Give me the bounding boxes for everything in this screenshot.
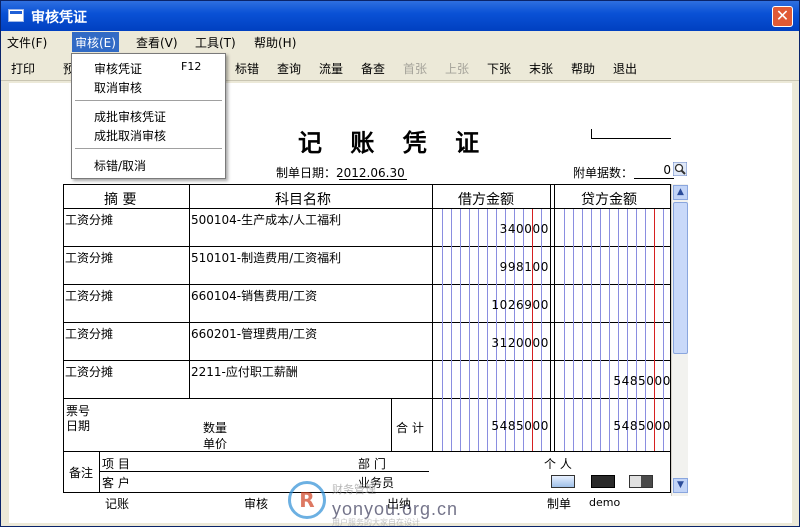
customer-label: 客 户 [102, 476, 130, 490]
header-credit: 贷方金额 [581, 192, 637, 208]
row-3-summary[interactable]: 工资分摊 [65, 287, 113, 304]
scroll-down-icon[interactable]: ▼ [673, 478, 688, 493]
menu-item-batch-cancel[interactable]: 成批取消审核 [94, 127, 166, 144]
menu-view[interactable]: 查看(V) [136, 34, 178, 51]
menu-item-batch-audit[interactable]: 成批审核凭证 [94, 108, 166, 125]
row-2-summary[interactable]: 工资分摊 [65, 249, 113, 266]
last-page-button[interactable]: 末张 [529, 60, 553, 77]
next-page-button[interactable]: 下张 [487, 60, 511, 77]
menu-tools[interactable]: 工具(T) [195, 34, 236, 51]
row-5-credit[interactable]: 5485000 [559, 374, 671, 388]
cash-flow-button[interactable]: 流量 [319, 60, 343, 77]
preparer-name: demo [589, 496, 621, 509]
mark-error-button[interactable]: 标错 [235, 60, 259, 77]
watermark-top-text: 财务管理 [332, 483, 376, 496]
menu-help[interactable]: 帮助(H) [254, 34, 296, 51]
audit-voucher-window: 审核凭证 ✕ 文件(F) 审核(E) 查看(V) 工具(T) 帮助(H) 打印 … [0, 0, 800, 527]
bookkeeper-label: 记账 [105, 497, 130, 511]
prev-page-button[interactable]: 上张 [445, 60, 469, 77]
row-5-summary[interactable]: 工资分摊 [65, 363, 113, 380]
window-icon [8, 9, 24, 22]
preparer-label: 制单 [547, 497, 572, 511]
date-underline [339, 179, 407, 180]
menu-separator [75, 100, 222, 101]
scroll-up-icon[interactable]: ▲ [673, 185, 688, 200]
attach-label: 附单据数： [573, 166, 634, 180]
print-button[interactable]: 打印 [11, 60, 35, 77]
shortcut-f12: F12 [181, 60, 202, 73]
quantity-label: 数量 [203, 421, 228, 435]
menu-bar: 文件(F) 审核(E) 查看(V) 工具(T) 帮助(H) [1, 31, 799, 53]
window-title: 审核凭证 [31, 10, 87, 26]
voucher-title: 记 账 凭 证 [298, 128, 490, 157]
header-account: 科目名称 [275, 192, 331, 208]
menu-item-audit-voucher[interactable]: 审核凭证 [94, 60, 142, 77]
tools-icon[interactable] [629, 475, 653, 488]
date-value: 2012.06.30 [336, 166, 405, 180]
header-summary: 摘 要 [104, 192, 137, 208]
row-2-account[interactable]: 510101-制造费用/工资福利 [191, 249, 341, 266]
row-1-summary[interactable]: 工资分摊 [65, 211, 113, 228]
header-debit: 借方金额 [458, 192, 514, 208]
attach-count-field[interactable]: 0 [634, 163, 674, 179]
row-4-account[interactable]: 660201-管理费用/工资 [191, 325, 317, 342]
unit-price-label: 单价 [203, 437, 228, 451]
menu-audit[interactable]: 审核(E) [72, 32, 119, 52]
row-4-summary[interactable]: 工资分摊 [65, 325, 113, 342]
project-label: 项 目 [102, 457, 130, 471]
query-button[interactable]: 查询 [277, 60, 301, 77]
magnifier-icon[interactable] [673, 162, 687, 176]
row-5-account[interactable]: 2211-应付职工薪酬 [191, 363, 298, 380]
watermark: R 财务管理 yonyou.org.cn 用户服务的大家自在设计 [288, 479, 528, 527]
individual-label: 个 人 [544, 457, 572, 471]
menu-file[interactable]: 文件(F) [7, 34, 47, 51]
exit-button[interactable]: 退出 [613, 60, 637, 77]
calculator-icon[interactable] [591, 475, 615, 488]
card-icon[interactable] [551, 475, 575, 488]
menu-item-cancel-audit[interactable]: 取消审核 [94, 79, 142, 96]
menu-separator [75, 148, 222, 149]
total-credit: 5485000 [613, 419, 671, 433]
title-bar: 审核凭证 ✕ [1, 1, 799, 31]
first-page-button[interactable]: 首张 [403, 60, 427, 77]
row-3-debit[interactable]: 1026900 [437, 298, 549, 312]
close-button[interactable]: ✕ [772, 6, 793, 27]
vertical-scrollbar[interactable]: ▲ ▼ [671, 184, 688, 496]
row-4-debit[interactable]: 3120000 [437, 336, 549, 350]
row-1-debit[interactable]: 340000 [437, 222, 549, 236]
ticket-date-label: 日期 [66, 419, 91, 433]
total-label: 合 计 [396, 421, 424, 435]
row-3-account[interactable]: 660104-销售费用/工资 [191, 287, 317, 304]
remarks-label: 备注 [69, 466, 94, 480]
auditor-label: 审核 [244, 497, 269, 511]
watermark-logo: R [288, 481, 326, 519]
department-label: 部 门 [358, 457, 386, 471]
row-2-debit[interactable]: 998100 [437, 260, 549, 274]
menu-item-mark-error[interactable]: 标错/取消 [94, 157, 146, 174]
help-button[interactable]: 帮助 [571, 60, 595, 77]
memo-button[interactable]: 备查 [361, 60, 385, 77]
audit-dropdown-menu: 审核凭证 F12 取消审核 成批审核凭证 成批取消审核 标错/取消 [71, 53, 226, 179]
row-1-account[interactable]: 500104-生产成本/人工福利 [191, 211, 341, 228]
scroll-thumb[interactable] [673, 202, 688, 354]
total-debit: 5485000 [491, 419, 549, 433]
voucher-number-field[interactable] [591, 129, 671, 139]
watermark-slogan: 用户服务的大家自在设计 [332, 518, 420, 527]
